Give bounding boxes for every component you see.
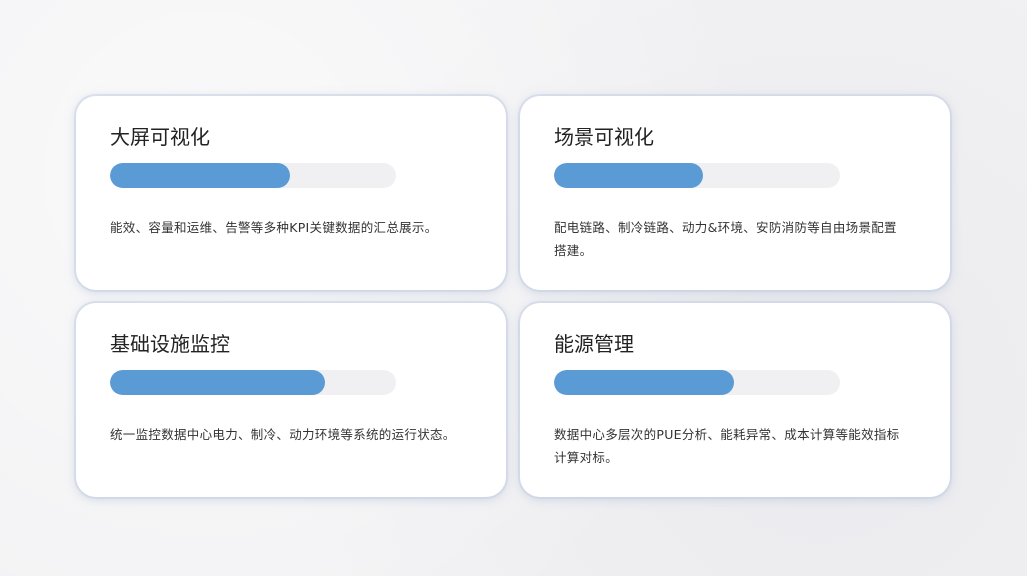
card-title: 场景可视化 [554, 125, 654, 149]
card-title: 大屏可视化 [110, 125, 210, 149]
progress-track [110, 370, 396, 395]
progress-fill [110, 163, 291, 188]
card-description: 统一监控数据中心电力、制冷、动力环境等系统的运行状态。 [110, 427, 456, 442]
progress-track [554, 370, 840, 395]
progress-track [110, 163, 396, 188]
card-title: 基础设施监控 [110, 332, 230, 356]
feature-card-scene: 场景可视化 配电链路、制冷链路、动力&环境、安防消防等自由场景配置搭建。 [520, 96, 950, 290]
progress-fill [554, 163, 703, 188]
card-title: 能源管理 [554, 332, 634, 356]
card-description: 数据中心多层次的PUE分析、能耗异常、成本计算等能效指标计算对标。 [554, 427, 900, 465]
feature-card-large-screen: 大屏可视化 能效、容量和运维、告警等多种KPI关键数据的汇总展示。 [76, 96, 506, 290]
progress-track [554, 163, 840, 188]
card-description: 配电链路、制冷链路、动力&环境、安防消防等自由场景配置搭建。 [554, 220, 897, 258]
feature-card-infrastructure: 基础设施监控 统一监控数据中心电力、制冷、动力环境等系统的运行状态。 [76, 303, 506, 497]
card-description: 能效、容量和运维、告警等多种KPI关键数据的汇总展示。 [110, 220, 438, 235]
feature-card-energy: 能源管理 数据中心多层次的PUE分析、能耗异常、成本计算等能效指标计算对标。 [520, 303, 950, 497]
progress-fill [554, 370, 735, 395]
progress-fill [110, 370, 325, 395]
